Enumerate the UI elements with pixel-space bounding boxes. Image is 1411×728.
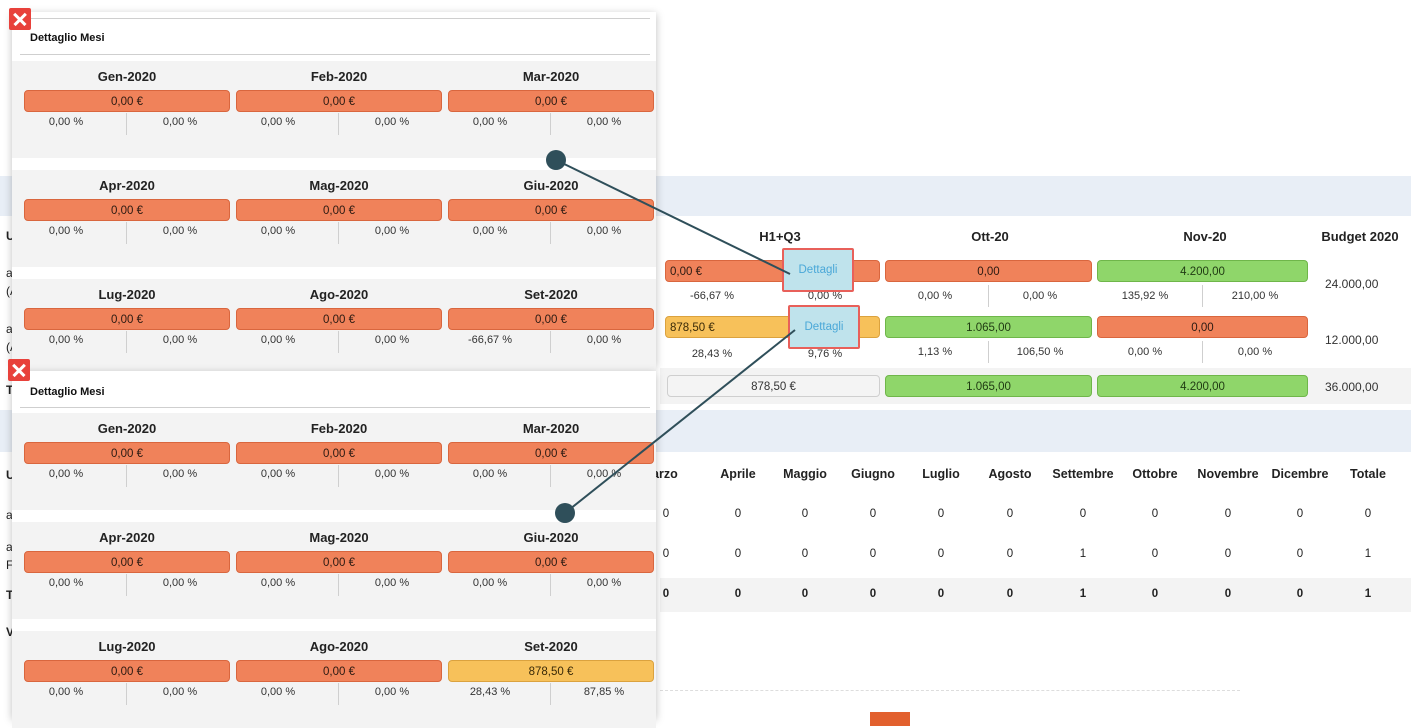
connector-line (555, 159, 791, 275)
connector-dot (555, 503, 575, 523)
connector-overlay (546, 150, 796, 523)
connector-line (564, 329, 796, 514)
connector-dot (546, 150, 566, 170)
